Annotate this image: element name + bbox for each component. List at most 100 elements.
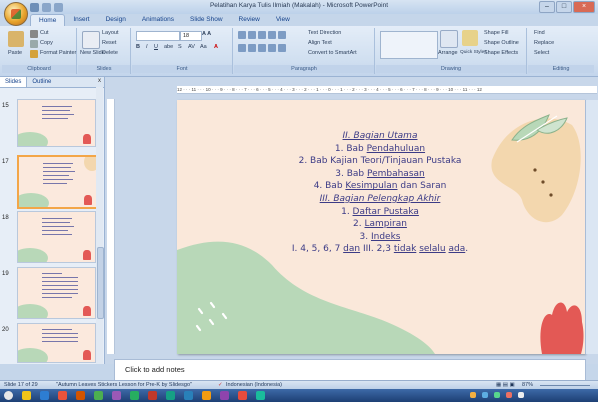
tab-slides[interactable]: Slides: [0, 77, 28, 87]
slide-canvas[interactable]: II. Bagian Utama 1. Bab Pendahuluan 2. Bab…: [177, 100, 585, 354]
character-spacing-button[interactable]: AV: [188, 44, 195, 50]
app-icon[interactable]: [58, 391, 67, 400]
tab-home[interactable]: Home: [30, 14, 66, 26]
maximize-button[interactable]: □: [556, 1, 572, 13]
find-button[interactable]: Find: [534, 30, 545, 36]
delete-button[interactable]: Delete: [102, 50, 118, 56]
app-icon[interactable]: [220, 391, 229, 400]
tab-outline[interactable]: Outline: [27, 77, 56, 87]
explorer-icon[interactable]: [22, 391, 31, 400]
tab-animations[interactable]: Animations: [134, 14, 182, 26]
copy-button[interactable]: Copy: [40, 40, 53, 46]
tray-icon[interactable]: [518, 392, 524, 398]
grow-font-button[interactable]: A A: [202, 31, 211, 37]
layout-button[interactable]: Layout: [102, 30, 119, 36]
slide-thumbnail-17[interactable]: [17, 155, 98, 209]
app-icon[interactable]: [184, 391, 193, 400]
arrange-icon[interactable]: [440, 30, 458, 48]
shapes-gallery[interactable]: [380, 31, 438, 59]
notes-placeholder[interactable]: Click to add notes: [125, 365, 185, 374]
increase-indent-icon[interactable]: [268, 31, 276, 39]
app-icon[interactable]: [202, 391, 211, 400]
font-color-button[interactable]: A: [214, 44, 218, 50]
pane-close-button[interactable]: x: [98, 78, 101, 84]
tray-icon[interactable]: [482, 392, 488, 398]
zoom-slider[interactable]: [540, 385, 590, 386]
slide-thumbnail-20[interactable]: [17, 323, 96, 363]
columns-icon[interactable]: [278, 44, 286, 52]
app-icon[interactable]: [148, 391, 157, 400]
arrange-button[interactable]: Arrange: [438, 50, 458, 56]
pane-scroll-thumb[interactable]: [97, 247, 104, 319]
justify-icon[interactable]: [268, 44, 276, 52]
align-left-icon[interactable]: [238, 44, 246, 52]
paste-icon[interactable]: [8, 31, 24, 47]
slide-text-line: 2. Lampiran: [237, 218, 523, 231]
font-name-field[interactable]: [136, 31, 180, 41]
app-icon[interactable]: [166, 391, 175, 400]
browser-icon[interactable]: [40, 391, 49, 400]
slide-thumbnail-18[interactable]: [17, 211, 96, 263]
line-spacing-icon[interactable]: [278, 31, 286, 39]
app-icon[interactable]: [238, 391, 247, 400]
font-size-field[interactable]: 18: [180, 31, 202, 41]
minimize-button[interactable]: –: [539, 1, 555, 13]
paste-button[interactable]: Paste: [8, 50, 22, 56]
underlined-text: ada: [448, 244, 466, 255]
shape-effects-button[interactable]: Shape Effects: [484, 50, 518, 56]
quick-styles-button[interactable]: Quick Styles: [460, 50, 487, 55]
workspace-scrollbar[interactable]: [585, 100, 598, 354]
font-group: 18 A A B I U abe S AV Aa A Font: [132, 28, 233, 74]
convert-smartart-button[interactable]: Convert to SmartArt: [308, 50, 357, 56]
tab-insert[interactable]: Insert: [65, 14, 97, 26]
bold-button[interactable]: B: [136, 44, 140, 50]
strikethrough-button[interactable]: abe: [164, 44, 173, 50]
app-icon[interactable]: [256, 391, 265, 400]
pane-scrollbar[interactable]: [96, 87, 103, 364]
format-painter-button[interactable]: Format Painter: [40, 50, 76, 56]
reset-button[interactable]: Reset: [102, 40, 116, 46]
tab-design[interactable]: Design: [98, 14, 134, 26]
replace-button[interactable]: Replace: [534, 40, 554, 46]
change-case-button[interactable]: Aa: [200, 44, 207, 50]
shape-fill-button[interactable]: Shape Fill: [484, 30, 508, 36]
slide-thumbnail-15[interactable]: [17, 99, 96, 147]
app-icon[interactable]: [130, 391, 139, 400]
cut-button[interactable]: Cut: [40, 30, 49, 36]
app-icon[interactable]: [112, 391, 121, 400]
tray-icon[interactable]: [506, 392, 512, 398]
shadow-button[interactable]: S: [178, 44, 182, 50]
green-blob-shape: [177, 241, 435, 354]
start-icon[interactable]: [4, 391, 13, 400]
slide-text-box[interactable]: II. Bagian Utama 1. Bab Pendahuluan 2. Bab…: [237, 130, 523, 256]
align-center-icon[interactable]: [248, 44, 256, 52]
powerpoint-icon[interactable]: [76, 391, 85, 400]
tray-icon[interactable]: [470, 392, 476, 398]
format-painter-icon[interactable]: [30, 50, 38, 58]
cut-icon[interactable]: [30, 30, 38, 38]
italic-button[interactable]: I: [146, 44, 148, 50]
new-slide-icon[interactable]: [82, 31, 100, 49]
tab-review[interactable]: Review: [231, 14, 268, 26]
bullets-icon[interactable]: [238, 31, 246, 39]
align-text-button[interactable]: Align Text: [308, 40, 332, 46]
slide-thumbnail-19[interactable]: [17, 267, 96, 319]
quick-styles-icon[interactable]: [462, 30, 478, 46]
tray-icon[interactable]: [494, 392, 500, 398]
tab-slide-show[interactable]: Slide Show: [182, 14, 231, 26]
underline-button[interactable]: U: [154, 44, 158, 50]
slide-text-line: 1. Bab Pendahuluan: [237, 143, 523, 156]
decrease-indent-icon[interactable]: [258, 31, 266, 39]
copy-icon[interactable]: [30, 40, 38, 48]
app-icon[interactable]: [94, 391, 103, 400]
select-button[interactable]: Select: [534, 50, 549, 56]
text-direction-button[interactable]: Text Direction: [308, 30, 341, 36]
office-button[interactable]: [4, 2, 28, 26]
align-right-icon[interactable]: [258, 44, 266, 52]
notes-pane[interactable]: Click to add notes: [114, 359, 586, 381]
tab-view[interactable]: View: [268, 14, 298, 26]
numbering-icon[interactable]: [248, 31, 256, 39]
close-button[interactable]: ×: [573, 1, 595, 13]
shape-outline-button[interactable]: Shape Outline: [484, 40, 519, 46]
line-text: 1. Bab: [334, 143, 367, 154]
